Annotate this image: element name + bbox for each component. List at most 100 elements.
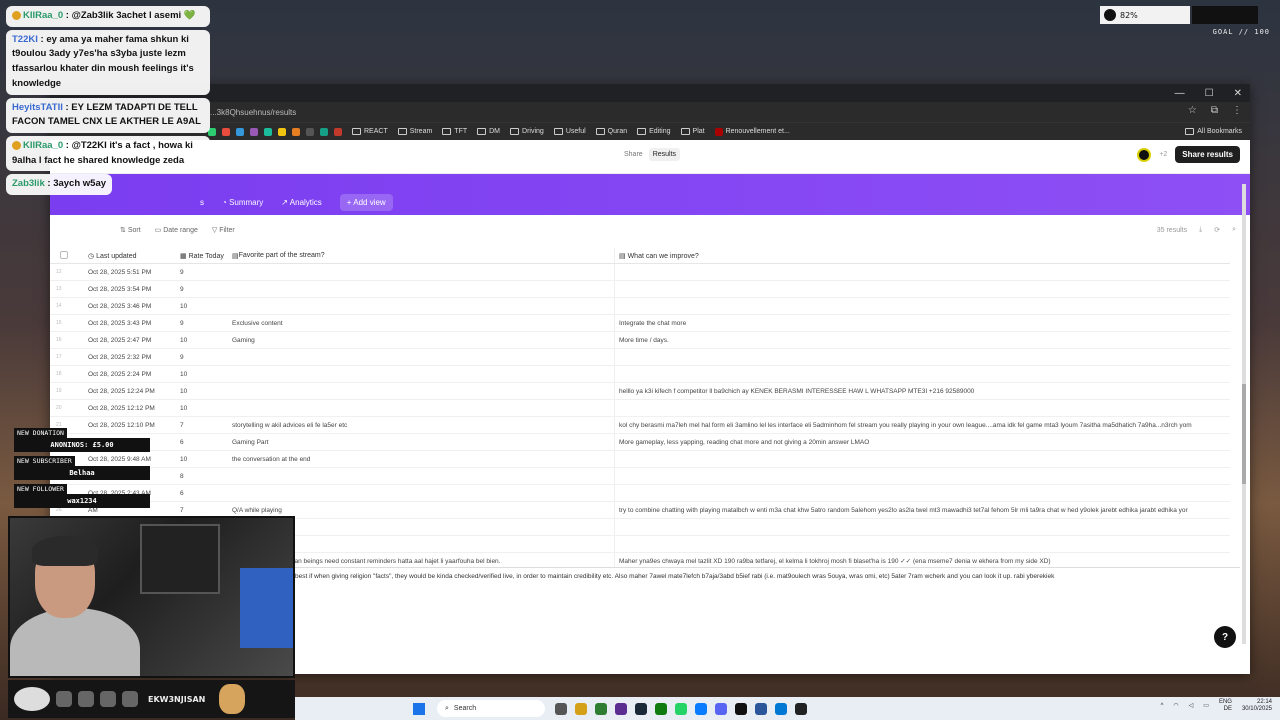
table-row[interactable]: 18 Oct 28, 2025 2:24 PM 10: [50, 366, 1230, 383]
tab-summary[interactable]: ◔ Summary: [222, 198, 263, 207]
bookmark-folder[interactable]: REACT: [352, 128, 388, 135]
bookmark-icon[interactable]: [306, 127, 314, 136]
cell-last-updated: Oct 28, 2025 12:12 PM: [88, 404, 155, 412]
discord-icon[interactable]: [715, 702, 727, 715]
close-icon[interactable]: ✕: [1234, 88, 1242, 99]
cell-favorite: [230, 366, 615, 382]
app-icon[interactable]: [755, 702, 767, 715]
xbox-icon[interactable]: [655, 702, 667, 715]
table-row[interactable]: 13 Oct 28, 2025 3:54 PM 9: [50, 281, 1230, 298]
bookmark-folder[interactable]: Driving: [510, 128, 544, 135]
search-icon: ⌕: [445, 704, 449, 712]
sort-button[interactable]: ⇅ Sort: [120, 226, 141, 234]
bookmark-folder[interactable]: DM: [477, 128, 500, 135]
url-text[interactable]: ...3k8Qhsuehnus/results: [210, 108, 296, 117]
windows-start-icon[interactable]: [413, 702, 425, 715]
address-bar[interactable]: ...3k8Qhsuehnus/results ☆ ⧉ ⋮: [50, 102, 1250, 122]
menu-icon[interactable]: ⋮: [1232, 105, 1242, 116]
col-improve[interactable]: ▤ What can we improve?: [615, 252, 1230, 260]
gear-icon: [1104, 9, 1116, 21]
bookmark-icon[interactable]: [334, 127, 342, 136]
bookmark-icon[interactable]: [320, 127, 328, 136]
results-tab[interactable]: Results: [648, 148, 681, 161]
bookmark-icon[interactable]: [292, 127, 300, 136]
minimize-icon[interactable]: —: [1175, 88, 1185, 99]
extensions-icon[interactable]: ⧉: [1211, 105, 1218, 116]
file-explorer-icon[interactable]: [575, 702, 587, 715]
date-range-button[interactable]: ▭ Date range: [155, 226, 198, 234]
bookmark-icon[interactable]: [236, 127, 244, 136]
bookmark-folder[interactable]: Useful: [553, 128, 586, 135]
bookmark-folder[interactable]: Editing: [637, 128, 671, 135]
task-view-icon[interactable]: [555, 702, 567, 715]
table-row[interactable]: 16 Oct 28, 2025 2:47 PM 10 Gaming More time …: [50, 332, 1230, 349]
bookmark-folder[interactable]: Quran: [595, 128, 627, 135]
badge-icon: [12, 10, 21, 20]
select-all-checkbox[interactable]: [60, 250, 68, 259]
bookmark-icon[interactable]: [222, 127, 230, 136]
app-header: Share Results +2 Share results: [50, 140, 1250, 174]
col-rate[interactable]: ▦ Rate Today: [180, 252, 230, 260]
stream-chat: KIIRaa_0 : @Zab3lik 3achet l asemi 💚 T22…: [6, 6, 210, 198]
maximize-icon[interactable]: ☐: [1205, 88, 1214, 99]
whatsapp-icon[interactable]: [675, 702, 687, 715]
share-tab[interactable]: Share: [620, 148, 647, 161]
bookmark-folder[interactable]: TFT: [442, 128, 467, 135]
bookmark-icon[interactable]: [250, 127, 258, 136]
bookmark-icon[interactable]: [264, 127, 272, 136]
bookmark-folder[interactable]: Stream: [397, 128, 432, 135]
table-row[interactable]: 19 Oct 28, 2025 12:24 PM 10 helllo ya k3i k…: [50, 383, 1230, 400]
tab-results[interactable]: s: [200, 198, 204, 207]
table-row[interactable]: 17 Oct 28, 2025 2:32 PM 9: [50, 349, 1230, 366]
chrome-icon[interactable]: [595, 702, 607, 715]
app-icon[interactable]: [775, 702, 787, 715]
app-icon[interactable]: [615, 702, 627, 715]
tiktok-icon[interactable]: [735, 702, 747, 715]
bookmark-icon[interactable]: [278, 127, 286, 136]
download-icon[interactable]: ⤓: [1199, 226, 1202, 234]
col-favorite[interactable]: ▤ Favorite part of the stream?: [230, 248, 615, 263]
chevron-up-icon[interactable]: ^: [1161, 703, 1164, 709]
filter-button[interactable]: ▽ Filter: [212, 226, 235, 234]
table-row[interactable]: 12 Oct 28, 2025 5:51 PM 9: [50, 264, 1230, 281]
table-row[interactable]: 14 Oct 28, 2025 3:46 PM 10: [50, 298, 1230, 315]
table-row[interactable]: 21 Oct 28, 2025 12:10 PM 7 storytelling w a…: [50, 417, 1230, 434]
share-results-button[interactable]: Share results: [1175, 146, 1240, 163]
table-row[interactable]: 20 Oct 28, 2025 12:12 PM 10: [50, 400, 1230, 417]
app-icon[interactable]: [695, 702, 707, 715]
clock[interactable]: 22:14 30/10/2025: [1242, 699, 1272, 712]
row-number: 15: [56, 320, 62, 326]
summary-icon: ◔: [222, 198, 230, 207]
col-last-updated[interactable]: ◷ Last updated: [88, 252, 180, 260]
avatar[interactable]: [1137, 147, 1152, 162]
search-icon[interactable]: ⌕: [1232, 226, 1236, 234]
language-indicator[interactable]: ENG DE: [1219, 699, 1232, 712]
cell-rate: 9: [180, 268, 184, 276]
table-row[interactable]: 15 Oct 28, 2025 3:43 PM 9 Exclusive content…: [50, 315, 1230, 332]
results-toolbar: ⇅ Sort ▭ Date range ▽ Filter 35 results …: [50, 215, 1250, 245]
table-row[interactable]: 229 AM6Gaming PartMore gameplay, less ya…: [50, 434, 1230, 451]
star-icon[interactable]: ☆: [1188, 105, 1197, 116]
battery-icon[interactable]: ▭: [1203, 702, 1209, 709]
collaborators-count[interactable]: +2: [1159, 151, 1167, 158]
all-bookmarks[interactable]: All Bookmarks: [1185, 128, 1242, 135]
expanded-cell-text[interactable]: best if when giving religion "facts", th…: [295, 567, 1240, 653]
goal-bar: [1192, 6, 1258, 24]
bookmark-folder[interactable]: Plat: [680, 128, 705, 135]
tab-analytics[interactable]: ↗ Analytics: [281, 198, 322, 207]
taskbar-search[interactable]: ⌕ Search: [437, 700, 545, 717]
steam-icon[interactable]: [635, 702, 647, 715]
bookmark-link[interactable]: Renouvellement et...: [714, 127, 790, 136]
help-button[interactable]: ?: [1214, 626, 1236, 648]
volume-icon[interactable]: ◁: [1189, 702, 1194, 709]
add-view-button[interactable]: + Add view: [339, 194, 393, 211]
table-row[interactable]: 25Oct 28, 2025 2:43 AM6: [50, 485, 1230, 502]
network-icon[interactable]: ◠: [1173, 702, 1178, 709]
table-row[interactable]: 24AM8: [50, 468, 1230, 485]
capcut-icon[interactable]: [795, 702, 807, 715]
cell-rate: 7: [180, 421, 184, 429]
refresh-icon[interactable]: ⟳: [1214, 226, 1220, 234]
scrollbar-thumb[interactable]: [1242, 384, 1246, 484]
table-row[interactable]: 23Oct 28, 2025 9:48 AM10the conversation…: [50, 451, 1230, 468]
cell-last-updated: Oct 28, 2025 3:46 PM: [88, 302, 152, 310]
